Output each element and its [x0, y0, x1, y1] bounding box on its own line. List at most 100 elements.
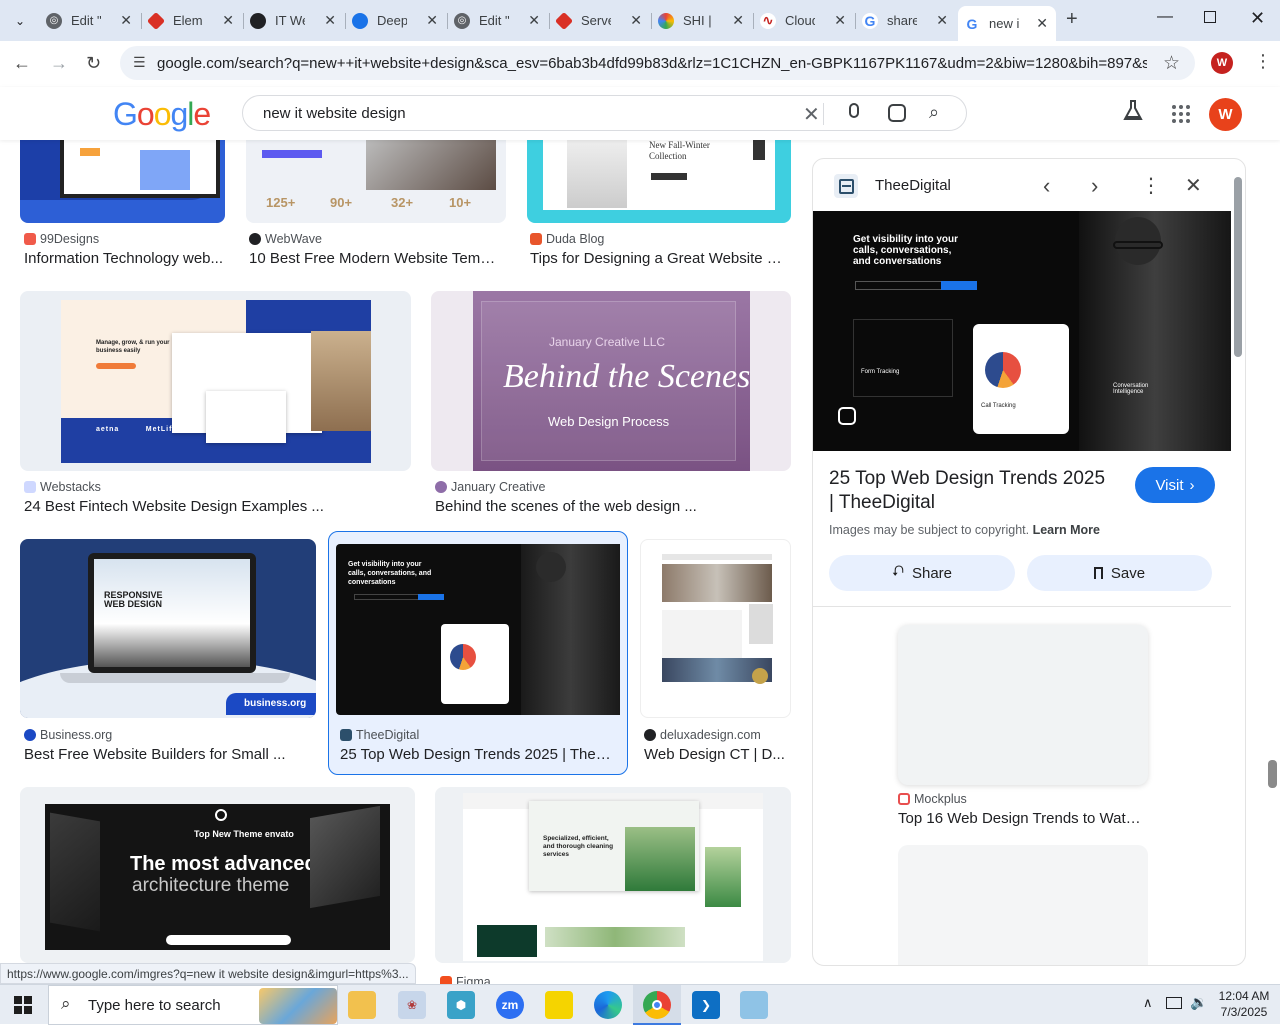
paint-icon[interactable]: ❀: [398, 991, 426, 1019]
close-tab-icon[interactable]: ✕: [528, 12, 540, 29]
site-info-icon[interactable]: ☰: [133, 54, 146, 71]
reload-icon[interactable]: ↻: [86, 53, 101, 74]
search-box[interactable]: new it website design ✕ ⌕: [242, 95, 967, 131]
network-icon[interactable]: [1166, 997, 1182, 1009]
profile-avatar[interactable]: W: [1211, 52, 1233, 74]
page-scrollbar[interactable]: [1268, 760, 1277, 788]
forward-icon[interactable]: →: [50, 53, 68, 74]
tab-5[interactable]: ◎ Edit "I ✕: [448, 6, 548, 35]
chrome-icon[interactable]: [643, 991, 671, 1019]
close-tab-icon[interactable]: ✕: [222, 12, 234, 29]
url-text[interactable]: google.com/search?q=new++it+website+desi…: [157, 55, 1147, 72]
tab-1[interactable]: ◎ Edit "I ✕: [40, 6, 140, 35]
panel-title[interactable]: 25 Top Web Design Trends 2025 | TheeDigi…: [829, 467, 1114, 515]
close-tab-icon[interactable]: ✕: [120, 12, 132, 29]
close-window-icon[interactable]: ✕: [1250, 8, 1265, 29]
edge-icon[interactable]: [594, 991, 622, 1019]
result-source[interactable]: Webstacks: [24, 480, 101, 494]
vscode-icon[interactable]: ❯: [692, 991, 720, 1019]
result-caption[interactable]: Information Technology web...: [24, 250, 224, 267]
result-thumbnail[interactable]: RESPONSIVE WEB DESIGN business.org: [20, 539, 316, 718]
next-icon[interactable]: ›: [1091, 173, 1098, 199]
tab-10-active[interactable]: G new i ✕: [958, 6, 1056, 41]
volume-icon[interactable]: 🔉: [1190, 994, 1207, 1011]
related-thumbnail[interactable]: [898, 625, 1148, 785]
result-thumbnail[interactable]: 125+ 90+ 32+ 10+: [246, 140, 506, 223]
address-bar[interactable]: ☰ google.com/search?q=new++it+website+de…: [120, 46, 1195, 80]
panel-site-name[interactable]: TheeDigital: [875, 177, 951, 194]
labs-flask-icon[interactable]: [1123, 100, 1143, 122]
apps-grid-icon[interactable]: [1171, 104, 1191, 124]
more-options-icon[interactable]: ⋮: [1141, 173, 1161, 198]
tab-search-chevron-icon[interactable]: ⌄: [8, 9, 32, 33]
close-panel-icon[interactable]: ✕: [1185, 173, 1202, 198]
result-thumbnail[interactable]: Top New Theme envato The most advanced a…: [20, 787, 415, 963]
result-caption[interactable]: Web Design CT | D...: [644, 746, 789, 763]
tab-3[interactable]: IT We ✕: [244, 6, 344, 35]
close-tab-icon[interactable]: ✕: [732, 12, 744, 29]
share-button[interactable]: ⮏ Share: [829, 555, 1015, 591]
related-thumbnail[interactable]: [898, 845, 1148, 965]
related-caption[interactable]: Top 16 Web Design Trends to Watch...: [898, 810, 1148, 827]
result-thumbnail[interactable]: [640, 539, 791, 718]
google-logo[interactable]: Google: [113, 96, 211, 133]
previous-icon[interactable]: ‹: [1043, 173, 1050, 199]
result-caption[interactable]: 25 Top Web Design Trends 2025 | Thee...: [340, 746, 615, 763]
clock[interactable]: 12:04 AM 7/3/2025: [1218, 988, 1270, 1020]
mic-icon[interactable]: [849, 103, 859, 118]
result-thumbnail[interactable]: Manage, grow, & run your business easily…: [20, 291, 411, 471]
clear-search-icon[interactable]: ✕: [803, 102, 820, 127]
minimize-icon[interactable]: —: [1157, 8, 1173, 26]
sticky-notes-icon[interactable]: [545, 991, 573, 1019]
lens-icon[interactable]: [888, 104, 906, 122]
file-explorer-icon[interactable]: [348, 991, 376, 1019]
result-source[interactable]: WebWave: [249, 232, 322, 246]
show-hidden-icons-chevron[interactable]: ∧: [1143, 995, 1153, 1011]
back-icon[interactable]: ←: [13, 53, 31, 74]
result-source[interactable]: deluxadesign.com: [644, 728, 761, 742]
close-tab-icon[interactable]: ✕: [324, 12, 336, 29]
taskbar-search-box[interactable]: ⌕ Type here to search: [48, 985, 338, 1025]
app-icon[interactable]: ⬢: [447, 991, 475, 1019]
close-tab-icon[interactable]: ✕: [834, 12, 846, 29]
result-thumbnail[interactable]: January Creative LLC Behind the Scenes W…: [431, 291, 791, 471]
search-input[interactable]: new it website design: [263, 105, 406, 122]
result-caption[interactable]: 24 Best Fintech Website Design Examples …: [24, 498, 409, 515]
windows-start-icon[interactable]: [14, 996, 32, 1014]
tab-9[interactable]: G share ✕: [856, 6, 956, 35]
lens-search-icon[interactable]: [838, 407, 856, 425]
result-caption[interactable]: Tips for Designing a Great Website H...: [530, 250, 788, 267]
result-source[interactable]: January Creative: [435, 480, 546, 494]
tab-4[interactable]: DeepL ✕: [346, 6, 446, 35]
close-tab-icon[interactable]: ✕: [1036, 15, 1048, 32]
result-caption[interactable]: 10 Best Free Modern Website Templ...: [249, 250, 503, 267]
result-thumbnail[interactable]: Specialized, efficient, and thorough cle…: [435, 787, 791, 963]
result-source[interactable]: 99Designs: [24, 232, 99, 246]
panel-scrollbar[interactable]: [1234, 177, 1242, 357]
close-tab-icon[interactable]: ✕: [630, 12, 642, 29]
google-account-avatar[interactable]: W: [1209, 98, 1242, 131]
restore-icon[interactable]: [1204, 11, 1216, 23]
visit-button[interactable]: Visit ›: [1135, 467, 1215, 503]
result-caption[interactable]: Best Free Website Builders for Small ...: [24, 746, 314, 763]
tab-7[interactable]: SHI | ✕: [652, 6, 752, 35]
bookmark-star-icon[interactable]: ☆: [1163, 52, 1180, 75]
result-source[interactable]: TheeDigital: [340, 728, 419, 742]
result-source[interactable]: Duda Blog: [530, 232, 604, 246]
tab-8[interactable]: ∿ Cloud ✕: [754, 6, 854, 35]
result-caption[interactable]: Behind the scenes of the web design ...: [435, 498, 790, 515]
tab-6[interactable]: Serve ✕: [550, 6, 650, 35]
zoom-icon[interactable]: zm: [496, 991, 524, 1019]
preview-image[interactable]: Get visibility into your calls, conversa…: [813, 211, 1231, 451]
learn-more-link[interactable]: Learn More: [1033, 523, 1100, 537]
app-icon[interactable]: [740, 991, 768, 1019]
result-thumbnail[interactable]: [20, 140, 225, 223]
search-icon[interactable]: ⌕: [929, 102, 939, 123]
menu-kebab-icon[interactable]: ⋮: [1254, 51, 1272, 72]
new-tab-icon[interactable]: +: [1066, 8, 1078, 31]
related-source[interactable]: Mockplus: [898, 792, 967, 806]
save-button[interactable]: Save: [1027, 555, 1212, 591]
result-thumbnail[interactable]: New Fall-Winter Collection: [527, 140, 791, 223]
tab-2[interactable]: Eleme ✕: [142, 6, 242, 35]
close-tab-icon[interactable]: ✕: [936, 12, 948, 29]
